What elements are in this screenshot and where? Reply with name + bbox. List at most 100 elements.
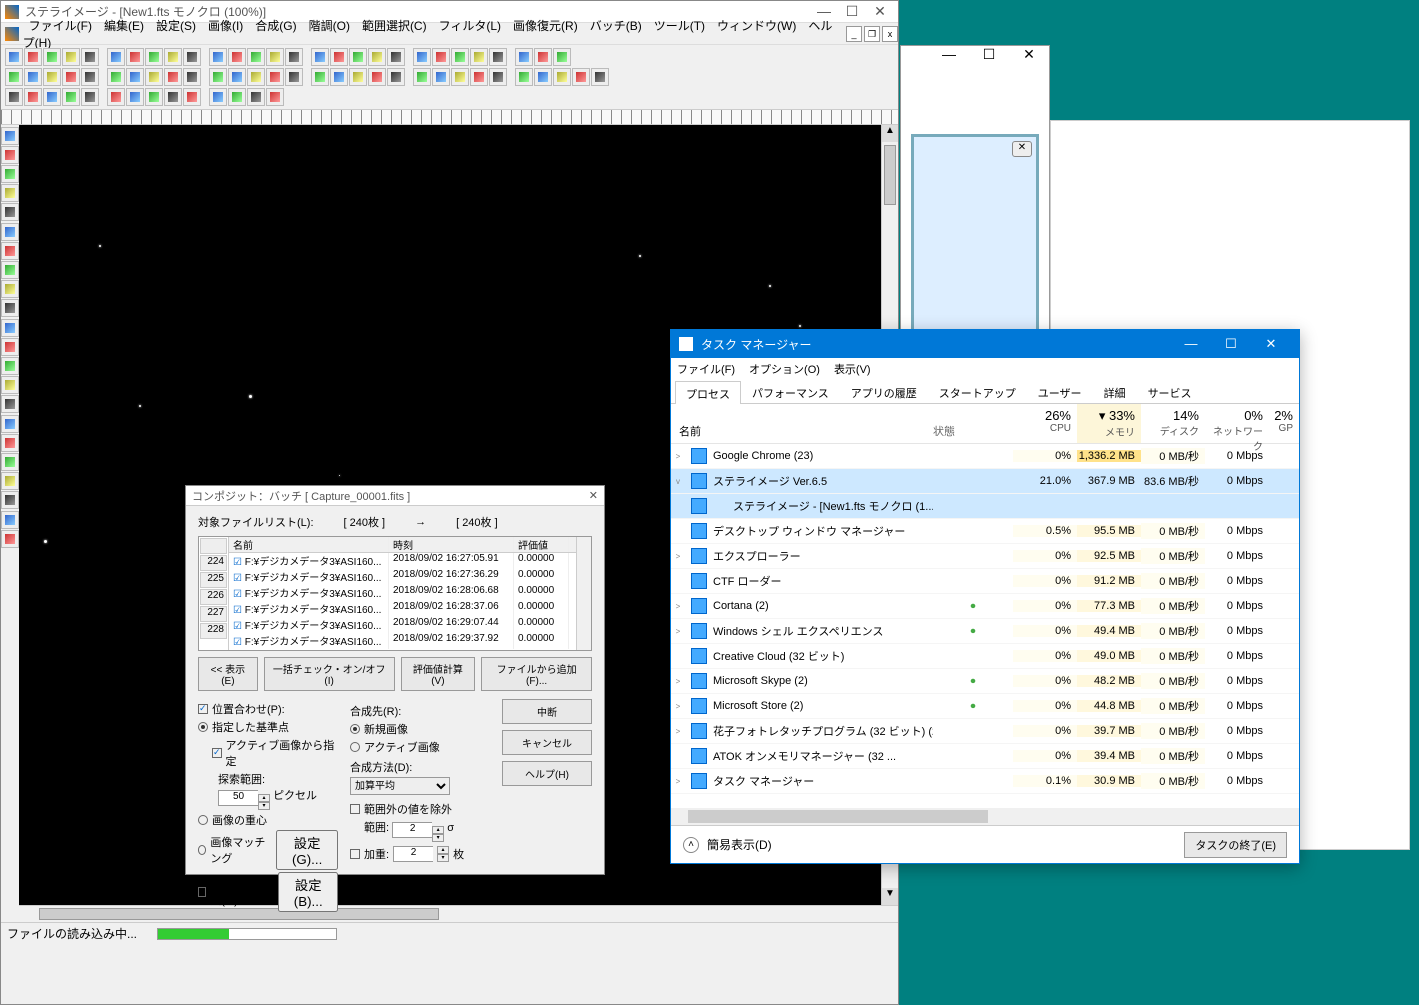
file-row[interactable]: F:¥デジカメデータ3¥ASI160...2018/09/02 16:29:37… <box>229 633 576 649</box>
process-row[interactable]: Creative Cloud (32 ビット) 0% 49.0 MB 0 MB/… <box>671 644 1299 669</box>
tab-3[interactable]: スタートアップ <box>928 380 1027 403</box>
toolbar-button[interactable] <box>1 415 19 433</box>
file-list[interactable]: 224225226227228 名前 時刻 評価値 F:¥デジカメデータ3¥AS… <box>198 536 592 651</box>
toolbar-button[interactable] <box>1 146 19 164</box>
toolbar-button[interactable] <box>164 48 182 66</box>
toolbar-button[interactable] <box>1 223 19 241</box>
close-icon[interactable]: ✕ <box>589 489 598 502</box>
toolbar-button[interactable] <box>266 48 284 66</box>
minimize-icon[interactable]: — <box>1171 336 1211 352</box>
toolbar-button[interactable] <box>43 48 61 66</box>
toolbar-button[interactable] <box>285 68 303 86</box>
toolbar-button[interactable] <box>1 299 19 317</box>
toolbar-button[interactable] <box>1 434 19 452</box>
toolbar-button[interactable] <box>107 88 125 106</box>
toolbar-button[interactable] <box>1 280 19 298</box>
expand-icon[interactable]: > <box>671 677 685 686</box>
weight-checkbox[interactable]: 加重: 2▴▾ 枚 <box>350 846 490 862</box>
col-name[interactable]: 名前 <box>671 404 933 443</box>
process-row[interactable]: > Cortana (2) ⏺ 0% 77.3 MB 0 MB/秒 0 Mbps <box>671 594 1299 619</box>
toolbar-button[interactable] <box>164 68 182 86</box>
menu-item[interactable]: ウィンドウ(W) <box>711 19 802 33</box>
toolbar-button[interactable] <box>247 68 265 86</box>
expand-icon[interactable]: > <box>671 552 685 561</box>
list-scrollbar[interactable] <box>576 537 591 650</box>
toolbar-button[interactable] <box>209 88 227 106</box>
toolbar-button[interactable] <box>1 491 19 509</box>
toolbar-button[interactable] <box>1 357 19 375</box>
close-icon[interactable]: ✕ <box>1251 336 1291 352</box>
mdi-close-icon[interactable]: x <box>882 26 898 42</box>
cancel-button[interactable]: キャンセル <box>502 730 592 755</box>
menu-item[interactable]: ファイル(F) <box>23 19 98 33</box>
toolbar-button[interactable] <box>285 48 303 66</box>
toolbar-button[interactable] <box>107 48 125 66</box>
toolbar-button[interactable] <box>183 48 201 66</box>
setting-b-button[interactable]: 設定(B)... <box>278 872 338 912</box>
menu-item[interactable]: 階調(O) <box>303 19 356 33</box>
toolbar-button[interactable] <box>470 68 488 86</box>
close-icon[interactable]: ✕ <box>866 3 894 20</box>
toolbar-button[interactable] <box>1 261 19 279</box>
toolbar-button[interactable] <box>5 68 23 86</box>
dialog-title-bar[interactable]: コンポジット：バッチ [ Capture_00001.fits ] ✕ <box>186 486 604 506</box>
help-button[interactable]: ヘルプ(H) <box>502 761 592 786</box>
process-row[interactable]: CTF ローダー 0% 91.2 MB 0 MB/秒 0 Mbps <box>671 569 1299 594</box>
display-button[interactable]: << 表示(E) <box>198 657 258 691</box>
col-disk[interactable]: 14%ディスク <box>1141 404 1205 443</box>
toolbar-button[interactable] <box>349 68 367 86</box>
toolbar-button[interactable] <box>164 88 182 106</box>
toolbar-button[interactable] <box>5 88 23 106</box>
toolbar-button[interactable] <box>209 48 227 66</box>
toolbar-button[interactable] <box>387 48 405 66</box>
file-row[interactable]: F:¥デジカメデータ3¥ASI160...2018/09/02 16:27:36… <box>229 569 576 585</box>
toolbar-button[interactable] <box>62 88 80 106</box>
col-eval[interactable]: 評価値 <box>514 537 569 552</box>
toolbar-button[interactable] <box>1 127 19 145</box>
toolbar-button[interactable] <box>1 395 19 413</box>
min-icon[interactable]: — <box>929 46 969 74</box>
toolbar-button[interactable] <box>311 68 329 86</box>
toolbar-button[interactable] <box>1 338 19 356</box>
toolbar-button[interactable] <box>126 48 144 66</box>
align-checkbox[interactable]: 位置合わせ(P): <box>198 701 338 717</box>
toolbar-button[interactable] <box>515 68 533 86</box>
toolbar-button[interactable] <box>183 88 201 106</box>
col-name[interactable]: 名前 <box>229 537 389 552</box>
check-toggle-button[interactable]: 一括チェック・オン/オフ(I) <box>264 657 395 691</box>
toolbar-button[interactable] <box>1 242 19 260</box>
menu-item[interactable]: 設定(S) <box>150 19 202 33</box>
toolbar-button[interactable] <box>126 68 144 86</box>
toolbar-button[interactable] <box>228 88 246 106</box>
toolbar-button[interactable] <box>81 88 99 106</box>
mdi-minimize-icon[interactable]: _ <box>846 26 862 42</box>
file-row[interactable]: F:¥デジカメデータ3¥ASI160...2018/09/02 16:27:05… <box>229 553 576 569</box>
title-bar[interactable]: タスク マネージャー — ☐ ✕ <box>671 330 1299 358</box>
exclude-checkbox[interactable]: 範囲外の値を除外 <box>350 801 490 817</box>
process-row[interactable]: デスクトップ ウィンドウ マネージャー 0.5% 95.5 MB 0 MB/秒 … <box>671 519 1299 544</box>
menu-item[interactable]: フィルタ(L) <box>433 19 507 33</box>
dest-new-radio[interactable]: 新規画像 <box>350 721 490 737</box>
toolbar-button[interactable] <box>349 48 367 66</box>
toolbar-button[interactable] <box>451 48 469 66</box>
max-icon[interactable]: ☐ <box>969 46 1009 74</box>
weight-input[interactable]: 2 <box>393 846 433 862</box>
toolbar-button[interactable] <box>81 68 99 86</box>
toolbar-button[interactable] <box>1 453 19 471</box>
expand-icon[interactable]: > <box>671 777 685 786</box>
toolbar-button[interactable] <box>330 48 348 66</box>
toolbar-button[interactable] <box>1 319 19 337</box>
file-row[interactable]: F:¥デジカメデータ3¥ASI160...2018/09/02 16:29:07… <box>229 617 576 633</box>
toolbar-button[interactable] <box>81 48 99 66</box>
simple-view-link[interactable]: 簡易表示(D) <box>707 836 772 853</box>
tab-1[interactable]: パフォーマンス <box>741 380 840 403</box>
toolbar-button[interactable] <box>591 68 609 86</box>
toolbar-button[interactable] <box>107 68 125 86</box>
toolbar-button[interactable] <box>183 68 201 86</box>
toolbar-button[interactable] <box>1 376 19 394</box>
tab-0[interactable]: プロセス <box>675 381 741 404</box>
toolbar-button[interactable] <box>126 88 144 106</box>
tab-4[interactable]: ユーザー <box>1027 380 1093 403</box>
add-from-file-button[interactable]: ファイルから追加(F)... <box>481 657 592 691</box>
toolbar-button[interactable] <box>24 88 42 106</box>
